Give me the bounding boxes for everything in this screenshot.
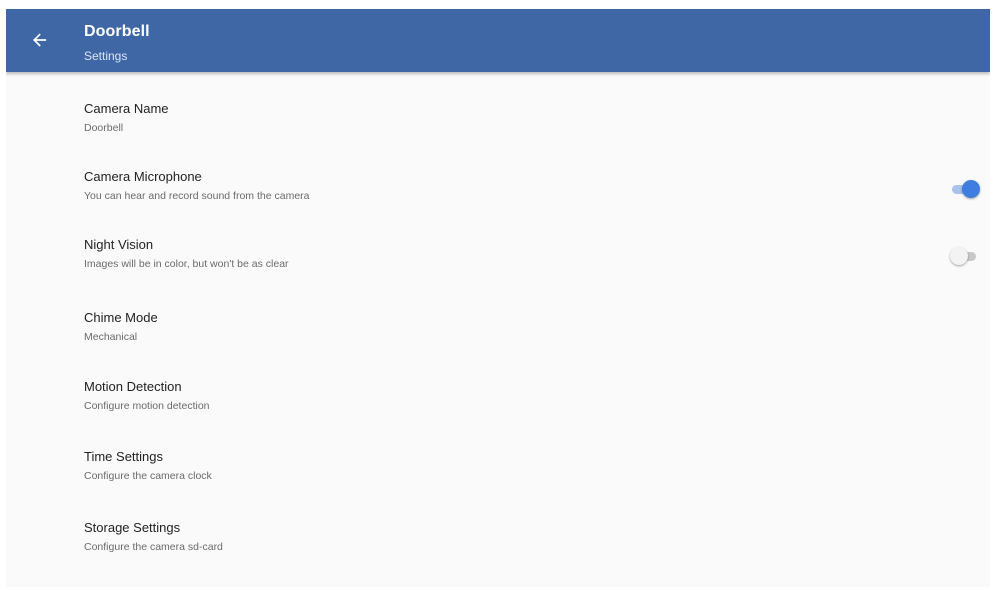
setting-title: Night Vision [84, 237, 154, 252]
arrow-back-icon [33, 33, 47, 47]
setting-title: Camera Name [84, 101, 169, 116]
switch-thumb [950, 247, 968, 265]
setting-title: Storage Settings [84, 520, 181, 535]
setting-title: Camera Microphone [84, 169, 202, 184]
settings-screen: Doorbell Settings Camera Name Doorbell C… [6, 9, 990, 587]
setting-summary: Configure the camera sd-card [84, 541, 223, 553]
back-button[interactable] [28, 28, 52, 52]
setting-title: Time Settings [84, 449, 163, 464]
setting-motion-detection[interactable]: Motion Detection Configure motion detect… [6, 344, 990, 412]
switch-thumb [962, 180, 980, 198]
setting-title: Motion Detection [84, 379, 182, 394]
setting-summary: You can hear and record sound from the c… [84, 190, 310, 202]
night-vision-toggle[interactable] [950, 246, 980, 266]
setting-summary: Images will be in color, but won't be as… [84, 258, 289, 270]
setting-time-settings[interactable]: Time Settings Configure the camera clock [6, 412, 990, 482]
setting-camera-microphone[interactable]: Camera Microphone You can hear and recor… [6, 140, 990, 208]
setting-night-vision[interactable]: Night Vision Images will be in color, bu… [6, 208, 990, 276]
setting-chime-mode[interactable]: Chime Mode Mechanical [6, 276, 990, 344]
page-title: Doorbell [84, 23, 150, 40]
setting-storage-settings[interactable]: Storage Settings Configure the camera sd… [6, 480, 990, 553]
setting-summary: Doorbell [84, 122, 124, 134]
page-subtitle: Settings [84, 49, 128, 63]
app-bar: Doorbell Settings [6, 9, 990, 72]
microphone-toggle[interactable] [950, 179, 980, 199]
setting-summary: Configure motion detection [84, 400, 210, 412]
setting-title: Chime Mode [84, 310, 158, 325]
setting-camera-name[interactable]: Camera Name Doorbell [6, 72, 990, 140]
setting-summary: Mechanical [84, 331, 138, 343]
